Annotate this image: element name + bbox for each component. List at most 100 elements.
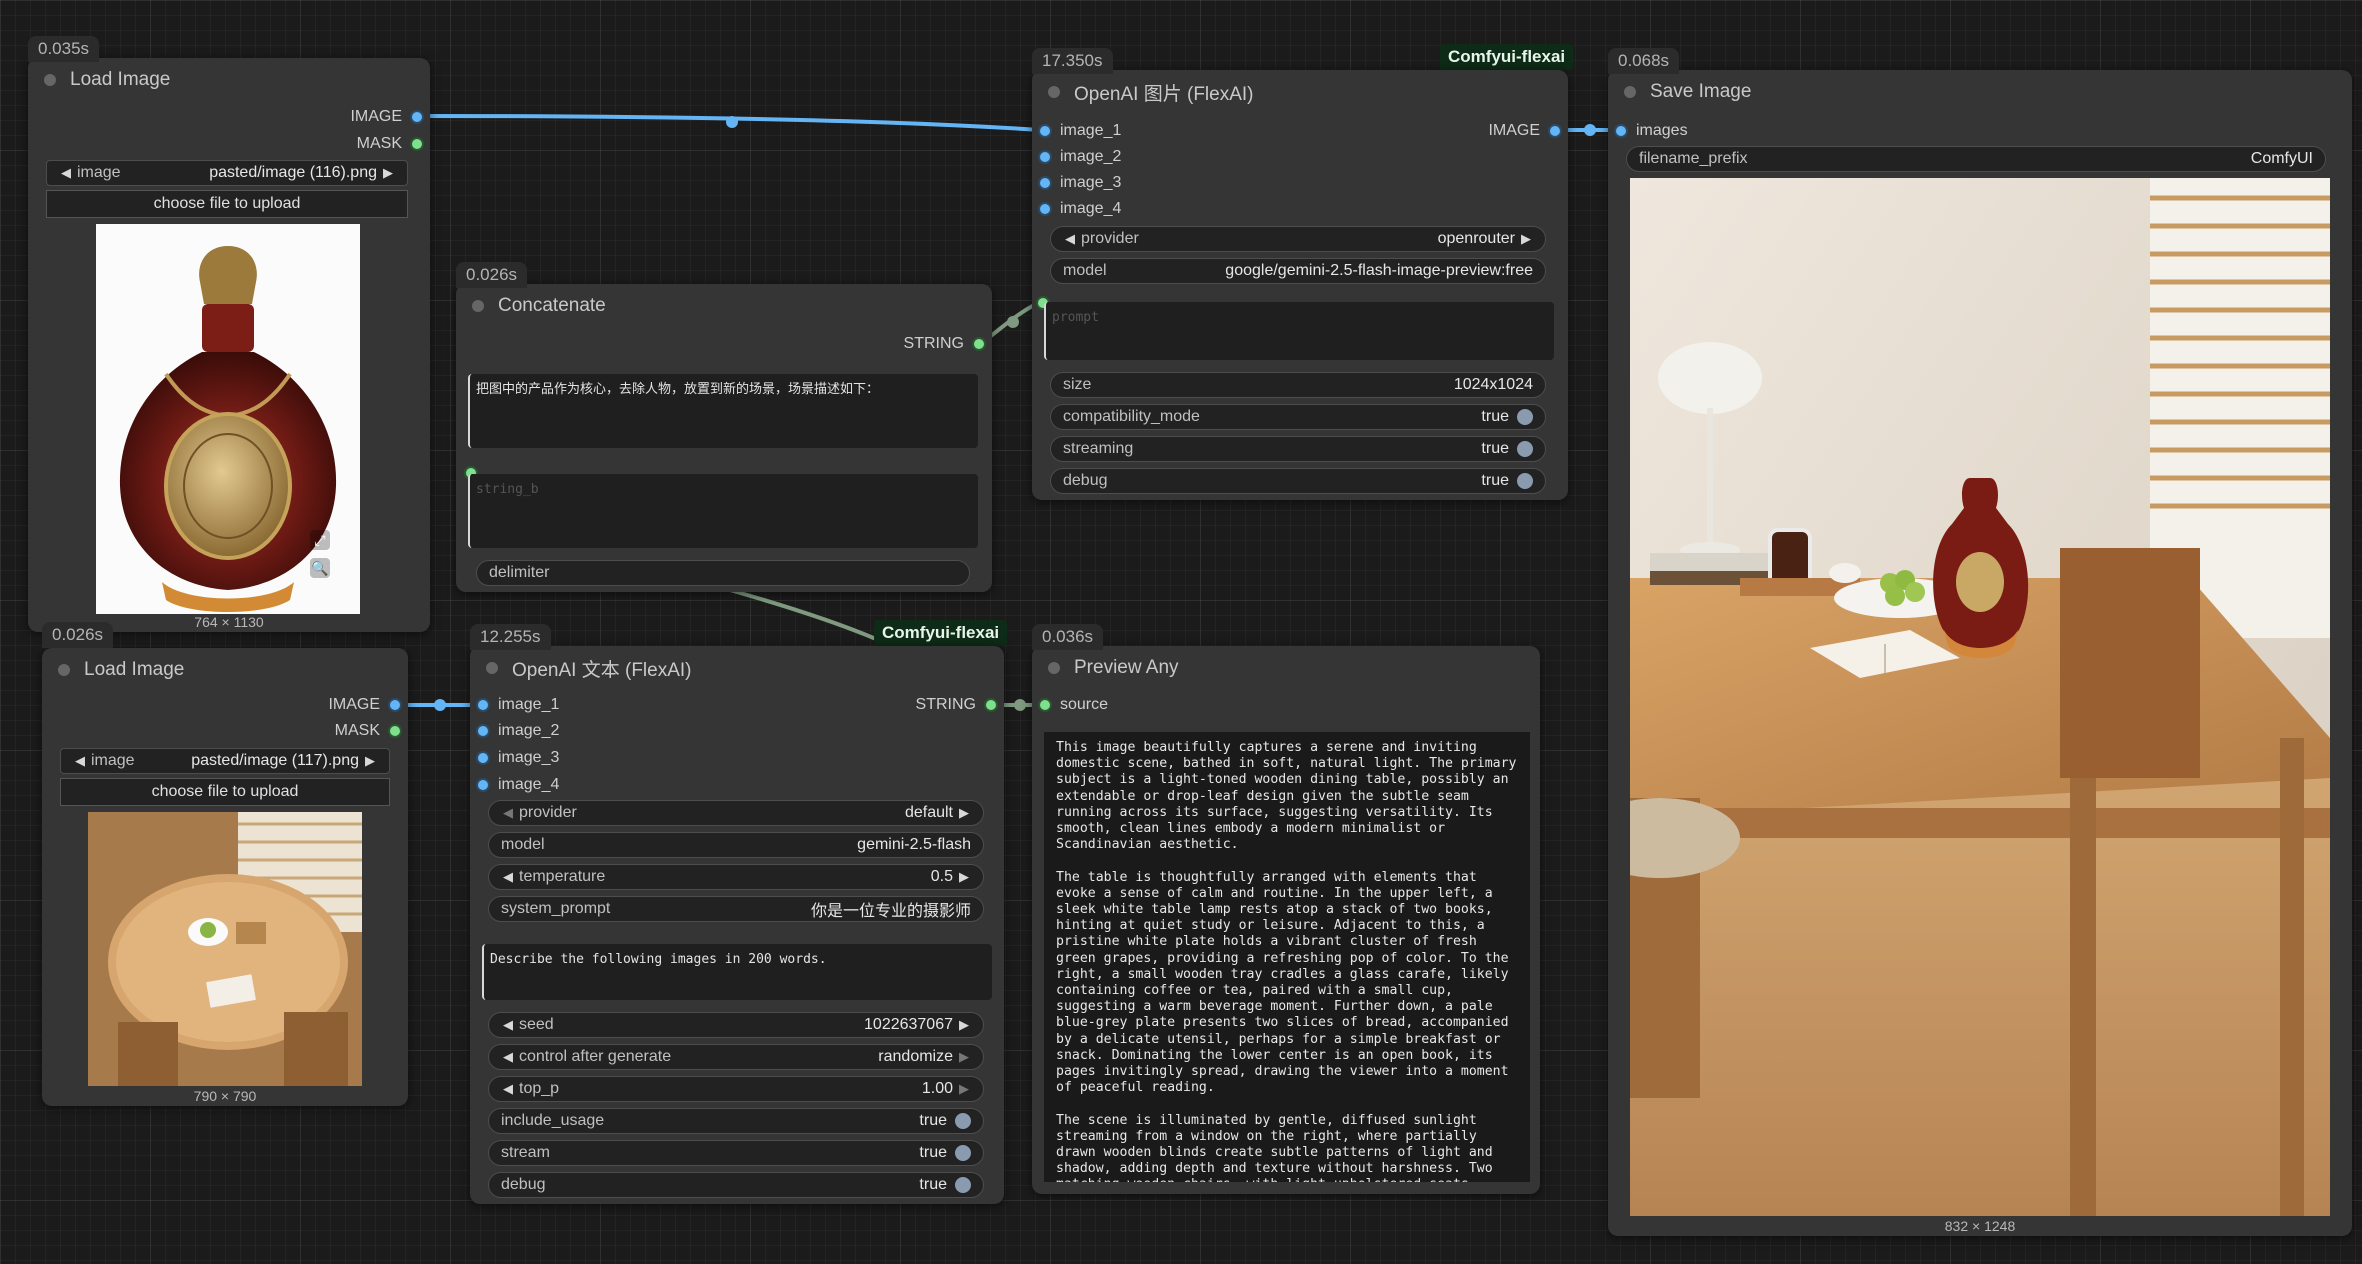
- input-dot-icon[interactable]: [478, 753, 488, 763]
- stream-toggle[interactable]: stream true: [488, 1140, 984, 1166]
- provider-select[interactable]: ◀ provider default ▶: [488, 800, 984, 826]
- node-title-bar[interactable]: Preview Any: [1032, 646, 1540, 690]
- arrow-right-icon[interactable]: ▶: [383, 165, 393, 181]
- top-p-stepper[interactable]: ◀ top_p 1.00 ▶: [488, 1076, 984, 1102]
- input-image-3[interactable]: image_3: [478, 747, 559, 769]
- collapse-dot-icon[interactable]: [44, 74, 56, 86]
- arrow-right-icon[interactable]: ▶: [959, 805, 969, 821]
- string-a-textarea[interactable]: 把图中的产品作为核心，去除人物，放置到新的场景，场景描述如下：: [468, 374, 978, 448]
- output-dot-icon[interactable]: [974, 339, 984, 349]
- upload-button[interactable]: choose file to upload: [46, 190, 408, 218]
- output-dot-icon[interactable]: [412, 139, 422, 149]
- preview-any-node[interactable]: 0.036s Preview Any source This image bea…: [1032, 624, 1540, 1194]
- collapse-dot-icon[interactable]: [1048, 86, 1060, 98]
- output-string[interactable]: STRING: [904, 333, 984, 355]
- save-image-node[interactable]: 0.068s Save Image images filename_prefix…: [1608, 48, 2352, 1236]
- input-image-2[interactable]: image_2: [478, 720, 559, 742]
- output-dot-icon[interactable]: [986, 700, 996, 710]
- model-field[interactable]: model google/gemini-2.5-flash-image-prev…: [1050, 258, 1546, 284]
- arrow-right-icon[interactable]: ▶: [959, 1017, 969, 1033]
- arrow-left-icon[interactable]: ◀: [503, 1017, 513, 1033]
- collapse-dot-icon[interactable]: [1048, 662, 1060, 674]
- arrow-left-icon[interactable]: ◀: [61, 165, 71, 181]
- upload-button[interactable]: choose file to upload: [60, 778, 390, 806]
- output-image[interactable]: IMAGE: [1488, 120, 1560, 142]
- input-dot-icon[interactable]: [478, 780, 488, 790]
- toggle-knob-icon[interactable]: [1517, 473, 1533, 489]
- input-image-3[interactable]: image_3: [1040, 172, 1121, 194]
- input-dot-icon[interactable]: [1040, 152, 1050, 162]
- string-b-textarea[interactable]: string_b: [468, 474, 978, 548]
- output-image[interactable]: IMAGE: [328, 694, 400, 716]
- node-title-bar[interactable]: OpenAI 图片 (FlexAI): [1032, 70, 1568, 114]
- filename-prefix-field[interactable]: filename_prefix ComfyUI: [1626, 146, 2326, 172]
- arrow-right-icon[interactable]: ▶: [959, 869, 969, 885]
- input-dot-icon[interactable]: [478, 700, 488, 710]
- output-dot-icon[interactable]: [1550, 126, 1560, 136]
- node-title-bar[interactable]: OpenAI 文本 (FlexAI): [470, 646, 1004, 690]
- zoom-icon[interactable]: 🔍: [310, 558, 330, 578]
- output-mask[interactable]: MASK: [357, 133, 422, 155]
- prompt-textarea[interactable]: Describe the following images in 200 wor…: [482, 944, 992, 1000]
- collapse-dot-icon[interactable]: [1624, 86, 1636, 98]
- input-images[interactable]: images: [1616, 120, 1688, 142]
- arrow-left-icon[interactable]: ◀: [503, 1049, 513, 1065]
- node-title-bar[interactable]: Load Image: [28, 58, 430, 102]
- toggle-knob-icon[interactable]: [1517, 409, 1533, 425]
- node-title-bar[interactable]: Load Image: [42, 648, 408, 692]
- provider-select[interactable]: ◀ provider openrouter ▶: [1050, 226, 1546, 252]
- node-title-bar[interactable]: Save Image: [1608, 70, 2352, 114]
- control-after-generate-select[interactable]: ◀ control after generate randomize ▶: [488, 1044, 984, 1070]
- streaming-toggle[interactable]: streaming true: [1050, 436, 1546, 462]
- expand-icon[interactable]: ⤢: [310, 530, 330, 550]
- input-source[interactable]: source: [1040, 694, 1108, 716]
- arrow-right-icon[interactable]: ▶: [959, 1081, 969, 1097]
- toggle-knob-icon[interactable]: [955, 1113, 971, 1129]
- prompt-textarea[interactable]: prompt: [1044, 302, 1554, 360]
- load-image-node-1[interactable]: 0.035s Load Image IMAGE MASK ◀ image pas…: [28, 36, 430, 632]
- toggle-knob-icon[interactable]: [955, 1145, 971, 1161]
- arrow-left-icon[interactable]: ◀: [1065, 231, 1075, 247]
- system-prompt-field[interactable]: system_prompt 你是一位专业的摄影师: [488, 896, 984, 922]
- seed-stepper[interactable]: ◀ seed 1022637067 ▶: [488, 1012, 984, 1038]
- toggle-knob-icon[interactable]: [1517, 441, 1533, 457]
- image-select[interactable]: ◀ image pasted/image (116).png ▶: [46, 160, 408, 186]
- delimiter-field[interactable]: delimiter: [476, 560, 970, 586]
- include-usage-toggle[interactable]: include_usage true: [488, 1108, 984, 1134]
- size-field[interactable]: size 1024x1024: [1050, 372, 1546, 398]
- input-dot-icon[interactable]: [1040, 178, 1050, 188]
- output-string[interactable]: STRING: [916, 694, 996, 716]
- input-image-2[interactable]: image_2: [1040, 146, 1121, 168]
- arrow-left-icon[interactable]: ◀: [503, 805, 513, 821]
- node-title-bar[interactable]: Concatenate: [456, 284, 992, 328]
- input-image-4[interactable]: image_4: [478, 774, 559, 796]
- output-dot-icon[interactable]: [390, 700, 400, 710]
- input-dot-icon[interactable]: [478, 726, 488, 736]
- debug-toggle[interactable]: debug true: [488, 1172, 984, 1198]
- openai-text-node[interactable]: 12.255s OpenAI 文本 (FlexAI) image_1 image…: [470, 624, 1004, 1204]
- toggle-knob-icon[interactable]: [955, 1177, 971, 1193]
- input-image-4[interactable]: image_4: [1040, 198, 1121, 220]
- compatibility-mode-toggle[interactable]: compatibility_mode true: [1050, 404, 1546, 430]
- input-dot-icon[interactable]: [1040, 700, 1050, 710]
- input-image-1[interactable]: image_1: [478, 694, 559, 716]
- output-mask[interactable]: MASK: [335, 720, 400, 742]
- collapse-dot-icon[interactable]: [486, 662, 498, 674]
- openai-image-node[interactable]: 17.350s OpenAI 图片 (FlexAI) image_1 image…: [1032, 48, 1568, 500]
- arrow-right-icon[interactable]: ▶: [959, 1049, 969, 1065]
- output-dot-icon[interactable]: [390, 726, 400, 736]
- arrow-left-icon[interactable]: ◀: [503, 1081, 513, 1097]
- input-dot-icon[interactable]: [1616, 126, 1626, 136]
- arrow-right-icon[interactable]: ▶: [1521, 231, 1531, 247]
- collapse-dot-icon[interactable]: [58, 664, 70, 676]
- input-image-1[interactable]: image_1: [1040, 120, 1121, 142]
- image-select[interactable]: ◀ image pasted/image (117).png ▶: [60, 748, 390, 774]
- input-dot-icon[interactable]: [1040, 204, 1050, 214]
- model-field[interactable]: model gemini-2.5-flash: [488, 832, 984, 858]
- arrow-left-icon[interactable]: ◀: [75, 753, 85, 769]
- load-image-node-2[interactable]: 0.026s Load Image IMAGE MASK ◀ image pas…: [42, 622, 408, 1106]
- output-dot-icon[interactable]: [412, 112, 422, 122]
- input-dot-icon[interactable]: [1040, 126, 1050, 136]
- debug-toggle[interactable]: debug true: [1050, 468, 1546, 494]
- arrow-left-icon[interactable]: ◀: [503, 869, 513, 885]
